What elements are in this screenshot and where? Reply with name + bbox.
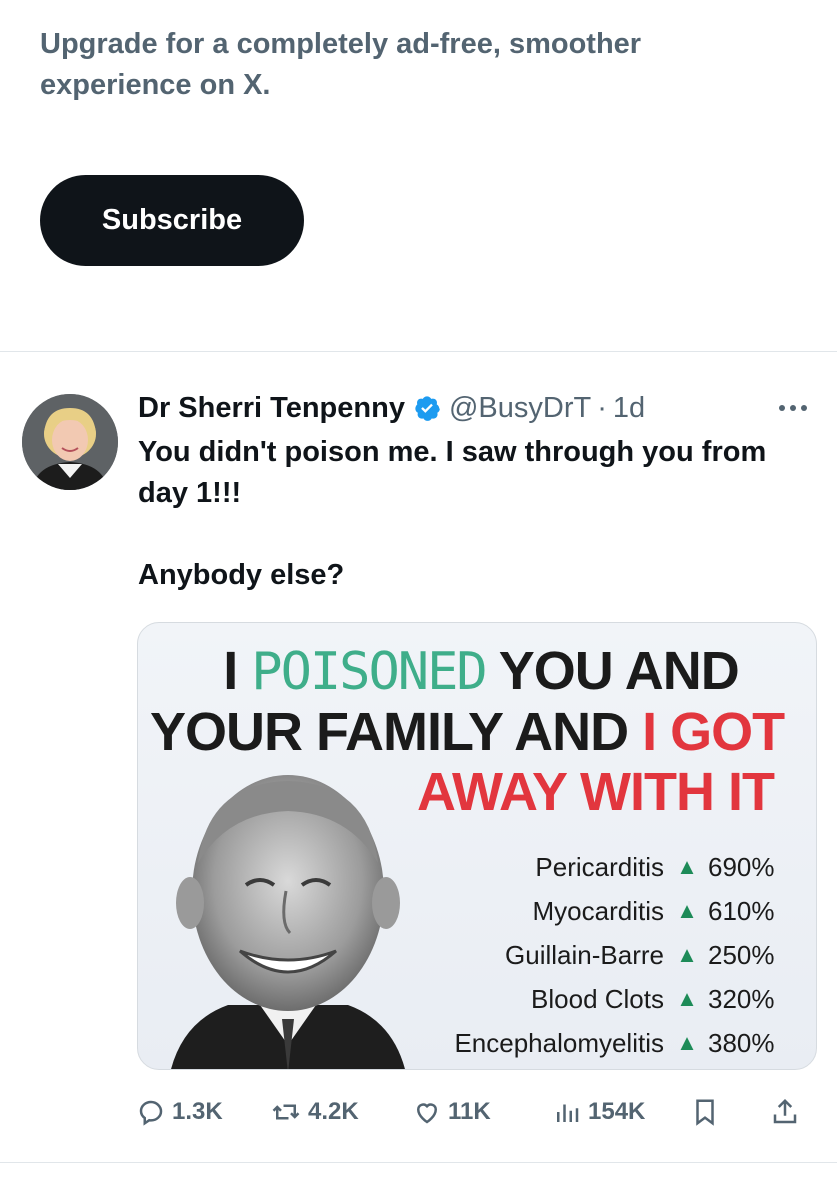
stat-name: Guillain-Barre — [505, 940, 664, 970]
share-icon — [773, 1098, 797, 1124]
premium-upsell: Upgrade for a completely ad-free, smooth… — [40, 24, 800, 106]
up-arrow-icon: ▲ — [676, 1030, 698, 1055]
reply-icon — [139, 1100, 163, 1126]
tweet-divider — [0, 1162, 837, 1163]
repost-count: 4.2K — [308, 1098, 359, 1125]
headline-poisoned: POISONED — [251, 642, 487, 702]
views-button[interactable]: 154K — [552, 1090, 645, 1134]
repost-icon — [272, 1104, 300, 1120]
tweet-action-bar: 1.3K 4.2K 11K 154K — [136, 1090, 816, 1134]
like-button[interactable]: 11K — [412, 1090, 491, 1134]
up-arrow-icon: ▲ — [676, 898, 698, 923]
meme-headline: I POISONED YOU AND YOUR FAMILY AND I GOT… — [138, 641, 816, 822]
author-avatar[interactable] — [22, 394, 118, 490]
stat-value: 380% — [708, 1028, 775, 1058]
tweet-text-line: Anybody else? — [138, 559, 345, 591]
section-divider — [0, 351, 837, 352]
bookmark-button[interactable] — [690, 1090, 726, 1134]
stat-value: 320% — [708, 984, 775, 1014]
views-count: 154K — [588, 1098, 646, 1125]
author-handle[interactable]: @BusyDrT — [449, 392, 591, 425]
tweet-header: Dr Sherri Tenpenny @BusyDrT · 1d — [138, 388, 645, 428]
subscribe-button[interactable]: Subscribe — [40, 175, 304, 266]
stat-row: Blood Clots ▲ 320% — [360, 977, 800, 1021]
tweet-media-image[interactable]: I POISONED YOU AND YOUR FAMILY AND I GOT… — [137, 622, 817, 1070]
tweet-text-line: You didn't poison me. I saw through you … — [138, 436, 767, 509]
stats-list: Pericarditis ▲ 690% Myocarditis ▲ 610% G… — [360, 845, 800, 1065]
stat-value: 690% — [708, 852, 775, 882]
stat-row: Guillain-Barre ▲ 250% — [360, 933, 800, 977]
author-display-name[interactable]: Dr Sherri Tenpenny — [138, 392, 405, 425]
stat-name: Myocarditis — [532, 896, 664, 926]
stat-value: 250% — [708, 940, 775, 970]
x-timeline-page: Upgrade for a completely ad-free, smooth… — [0, 0, 837, 1200]
tweet-timestamp[interactable]: 1d — [613, 392, 645, 425]
verified-badge-icon[interactable] — [413, 394, 441, 422]
headline-i: I — [223, 641, 238, 701]
stat-row: Encephalomyelitis ▲ 380% — [360, 1021, 800, 1065]
headline-your-family-and: YOUR FAMILY AND — [150, 702, 629, 762]
up-arrow-icon: ▲ — [676, 986, 698, 1011]
views-chart-icon — [557, 1104, 579, 1122]
repost-button[interactable]: 4.2K — [270, 1090, 359, 1134]
header-separator: · — [597, 391, 607, 424]
like-count: 11K — [448, 1098, 491, 1125]
headline-i-got: I GOT — [642, 702, 785, 762]
stat-name: Encephalomyelitis — [454, 1028, 664, 1058]
reply-count: 1.3K — [172, 1098, 223, 1125]
stat-row: Myocarditis ▲ 610% — [360, 889, 800, 933]
headline-you-and: YOU AND — [498, 641, 740, 701]
heart-icon — [416, 1103, 438, 1124]
up-arrow-icon: ▲ — [676, 854, 698, 879]
more-horizontal-icon[interactable] — [775, 396, 811, 420]
stat-row: Pericarditis ▲ 690% — [360, 845, 800, 889]
upsell-text: Upgrade for a completely ad-free, smooth… — [40, 28, 642, 101]
tweet-text: You didn't poison me. I saw through you … — [138, 432, 808, 596]
stat-name: Blood Clots — [531, 984, 664, 1014]
headline-away-with-it: AWAY WITH IT — [416, 762, 775, 822]
share-button[interactable] — [770, 1090, 806, 1134]
bookmark-icon — [696, 1099, 714, 1126]
stat-value: 610% — [708, 896, 775, 926]
stat-name: Pericarditis — [535, 852, 664, 882]
up-arrow-icon: ▲ — [676, 942, 698, 967]
reply-button[interactable]: 1.3K — [136, 1090, 223, 1134]
